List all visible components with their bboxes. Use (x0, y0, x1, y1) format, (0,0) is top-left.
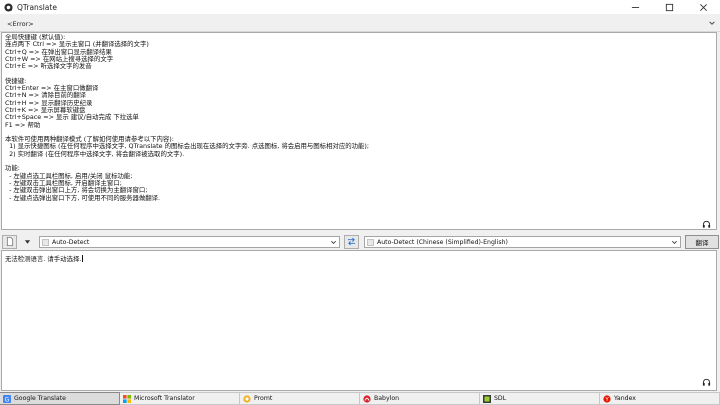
result-text: 全局快捷键 (默认值): 连点两下 Ctrl => 显示主窗口 (并翻译选择的文… (5, 34, 370, 202)
babylon-icon (363, 394, 371, 403)
service-tab-label: SDL (494, 395, 507, 402)
service-tab-google[interactable]: G Google Translate (0, 392, 120, 405)
language-icon (42, 238, 49, 246)
service-tab-label: Yandex (614, 395, 636, 402)
service-tab-babylon[interactable]: Babylon (360, 392, 480, 405)
chevron-down-icon (330, 239, 337, 246)
service-tab-promt[interactable]: Promt (240, 392, 360, 405)
source-text-pane[interactable]: 无法检测语言. 请手动选择. (1, 250, 717, 391)
google-icon: G (3, 394, 11, 403)
qtranslate-app-icon (3, 2, 13, 12)
error-label: <Error> (7, 20, 34, 28)
window-title: QTranslate (17, 2, 57, 12)
yandex-icon: Y (603, 394, 611, 403)
svg-text:Y: Y (604, 397, 609, 403)
close-button[interactable] (686, 0, 720, 14)
service-tab-label: Microsoft Translator (134, 395, 195, 402)
service-tab-label: Promt (254, 395, 273, 402)
sdl-icon (483, 394, 491, 403)
language-icon (367, 238, 374, 246)
source-language-value: Auto-Detect (52, 238, 90, 246)
minimize-button[interactable] (618, 0, 652, 14)
swap-icon (347, 237, 356, 248)
new-document-button[interactable] (2, 235, 17, 249)
dropdown-arrow-icon[interactable] (24, 239, 31, 247)
promt-icon (243, 394, 251, 403)
service-header-bar: <Error> (0, 15, 720, 32)
listen-result-icon[interactable] (702, 220, 711, 229)
maximize-button[interactable] (652, 0, 686, 14)
chevron-down-icon[interactable] (708, 19, 716, 27)
microsoft-icon (123, 394, 131, 403)
source-text-value: 无法检测语言. 请手动选择. (5, 255, 82, 263)
translation-service-tabs: G Google Translate Microsoft Translator … (0, 392, 720, 405)
service-tab-label: Google Translate (14, 395, 66, 402)
document-icon (6, 236, 14, 248)
target-language-select[interactable]: Auto-Detect (Chinese (Simplified)-Englis… (364, 236, 681, 248)
translation-toolbar: Auto-Detect Auto-Detect (Chinese (Simpli… (0, 233, 720, 251)
source-language-select[interactable]: Auto-Detect (39, 236, 340, 248)
svg-text:G: G (5, 396, 10, 403)
chevron-down-icon (671, 239, 678, 246)
service-tab-sdl[interactable]: SDL (480, 392, 600, 405)
service-tab-label: Babylon (374, 395, 400, 402)
translate-button[interactable]: 翻译 (685, 235, 719, 249)
source-text-input[interactable]: 无法检测语言. 请手动选择. (5, 254, 84, 263)
translation-result-pane[interactable]: 全局快捷键 (默认值): 连点两下 Ctrl => 显示主窗口 (并翻译选择的文… (1, 32, 717, 230)
service-tab-microsoft[interactable]: Microsoft Translator (120, 392, 240, 405)
target-language-value: Auto-Detect (Chinese (Simplified)-Englis… (377, 238, 508, 246)
listen-source-icon[interactable] (702, 378, 711, 387)
title-bar: QTranslate (0, 0, 720, 14)
swap-languages-button[interactable] (344, 235, 359, 249)
service-tab-yandex[interactable]: Y Yandex (600, 392, 720, 405)
text-caret (82, 255, 84, 262)
